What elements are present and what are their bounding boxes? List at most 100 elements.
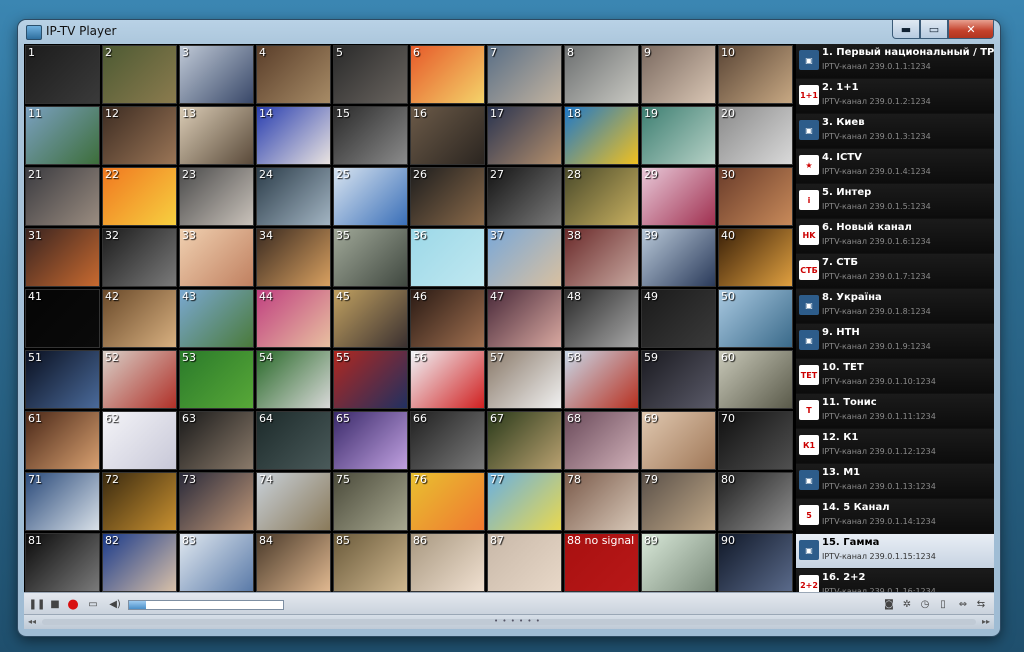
channel-preview-tile[interactable]: 40 [718, 228, 793, 287]
channel-preview-tile[interactable]: 44 [256, 289, 331, 348]
channel-preview-tile[interactable]: 81 [25, 533, 100, 592]
channel-preview-tile[interactable]: 24 [256, 167, 331, 226]
channel-preview-tile[interactable]: 5 [333, 45, 408, 104]
channel-preview-tile[interactable]: 62 [102, 411, 177, 470]
channel-preview-tile[interactable]: 46 [410, 289, 485, 348]
channel-preview-tile[interactable]: 60 [718, 350, 793, 409]
channel-list-item[interactable]: ▣1. Первый национальный / ТРК "Эр IPTV-ка… [796, 44, 994, 79]
scroll-right-icon[interactable]: ▸▸ [982, 617, 990, 626]
channel-list-item[interactable]: ▣ 13. М1 IPTV-канал 239.0.1.13:1234 [796, 464, 994, 499]
channel-preview-tile[interactable]: 27 [487, 167, 562, 226]
channel-preview-tile[interactable]: 7 [487, 45, 562, 104]
channel-list-item[interactable]: СТБ 7. СТБ IPTV-канал 239.0.1.7:1234 [796, 254, 994, 289]
channel-preview-tile[interactable]: 63 [179, 411, 254, 470]
channel-preview-tile[interactable]: 86 [410, 533, 485, 592]
channel-preview-tile[interactable]: 51 [25, 350, 100, 409]
channel-list-item[interactable]: ▣ 9. НТН IPTV-канал 239.0.1.9:1234 [796, 324, 994, 359]
channel-preview-tile[interactable]: 6 [410, 45, 485, 104]
channel-preview-tile[interactable]: 82 [102, 533, 177, 592]
channel-preview-tile[interactable]: 56 [410, 350, 485, 409]
scroll-left-icon[interactable]: ◂◂ [28, 617, 36, 626]
channel-preview-tile[interactable]: 90 [718, 533, 793, 592]
channel-preview-tile[interactable]: 22 [102, 167, 177, 226]
channel-preview-tile[interactable]: 35 [333, 228, 408, 287]
channel-preview-tile[interactable]: 89 [641, 533, 716, 592]
channel-preview-tile[interactable]: 53 [179, 350, 254, 409]
channel-preview-tile[interactable]: 31 [25, 228, 100, 287]
close-button[interactable]: ✕ [948, 20, 994, 39]
channel-preview-tile[interactable]: 29 [641, 167, 716, 226]
channel-preview-tile[interactable]: 54 [256, 350, 331, 409]
channel-preview-tile[interactable]: 50 [718, 289, 793, 348]
channel-preview-tile[interactable]: 8 [564, 45, 639, 104]
restore-icon[interactable]: ⇆ [974, 597, 988, 611]
channel-list-item[interactable]: 1+1 2. 1+1 IPTV-канал 239.0.1.2:1234 [796, 79, 994, 114]
channel-preview-tile[interactable]: 57 [487, 350, 562, 409]
channel-preview-tile[interactable]: 79 [641, 472, 716, 531]
channel-preview-tile[interactable]: 66 [410, 411, 485, 470]
volume-slider[interactable] [128, 600, 284, 610]
channel-preview-tile[interactable]: 77 [487, 472, 562, 531]
folder-icon[interactable]: ▭ [86, 597, 100, 611]
channel-preview-tile[interactable]: 4 [256, 45, 331, 104]
minimize-button[interactable]: ▬ [892, 20, 920, 39]
channel-preview-tile[interactable]: 83 [179, 533, 254, 592]
channel-preview-tile[interactable]: 87 [487, 533, 562, 592]
gear-icon[interactable]: ✲ [900, 597, 914, 611]
channel-preview-tile[interactable]: 14 [256, 106, 331, 165]
channel-preview-tile[interactable]: 52 [102, 350, 177, 409]
channel-preview-tile[interactable]: 47 [487, 289, 562, 348]
channel-preview-tile[interactable]: 33 [179, 228, 254, 287]
channel-preview-tile[interactable]: 72 [102, 472, 177, 531]
channel-preview-tile[interactable]: 41 [25, 289, 100, 348]
channel-preview-tile[interactable]: 20 [718, 106, 793, 165]
channel-preview-tile[interactable]: 34 [256, 228, 331, 287]
channel-list-item[interactable]: ▣ 3. Киев IPTV-канал 239.0.1.3:1234 [796, 114, 994, 149]
channel-preview-tile[interactable]: 28 [564, 167, 639, 226]
channel-preview-tile[interactable]: 75 [333, 472, 408, 531]
channel-preview-tile[interactable]: 59 [641, 350, 716, 409]
maximize-button[interactable]: ▭ [920, 20, 948, 39]
channel-preview-tile[interactable]: 25 [333, 167, 408, 226]
channel-preview-tile[interactable]: 65 [333, 411, 408, 470]
channel-preview-tile[interactable]: 3 [179, 45, 254, 104]
channel-preview-tile[interactable]: 88 no signal [564, 533, 639, 592]
record-icon[interactable]: ● [66, 597, 80, 612]
channel-list[interactable]: ▣1. Первый национальный / ТРК "ЭрIPTV-ка… [796, 44, 994, 592]
channel-preview-tile[interactable]: 16 [410, 106, 485, 165]
channel-list-item[interactable]: ▣ 15. Гамма IPTV-канал 239.0.1.15:1234 [796, 534, 994, 569]
channel-list-item[interactable]: HK 6. Новый канал IPTV-канал 239.0.1.6:123… [796, 219, 994, 254]
channel-preview-tile[interactable]: 68 [564, 411, 639, 470]
speaker-icon[interactable]: ◀) [108, 597, 122, 611]
channel-preview-tile[interactable]: 21 [25, 167, 100, 226]
channel-preview-tile[interactable]: 17 [487, 106, 562, 165]
channel-preview-tile[interactable]: 18 [564, 106, 639, 165]
channel-preview-tile[interactable]: 80 [718, 472, 793, 531]
channel-preview-tile[interactable]: 45 [333, 289, 408, 348]
channel-preview-tile[interactable]: 84 [256, 533, 331, 592]
channel-preview-tile[interactable]: 39 [641, 228, 716, 287]
channel-preview-tile[interactable]: 38 [564, 228, 639, 287]
channel-preview-tile[interactable]: 13 [179, 106, 254, 165]
clock-icon[interactable]: ◷ [918, 597, 932, 611]
scroll-grip[interactable]: • • • • • • [494, 617, 541, 625]
channel-preview-tile[interactable]: 74 [256, 472, 331, 531]
channel-preview-tile[interactable]: 19 [641, 106, 716, 165]
pause-icon[interactable]: ❚❚ [29, 597, 46, 611]
channel-list-item[interactable]: i 5. Интер IPTV-канал 239.0.1.5:1234 [796, 184, 994, 219]
channel-list-item[interactable]: К1 12. К1 IPTV-канал 239.0.1.12:1234 [796, 429, 994, 464]
channel-preview-tile[interactable]: 85 [333, 533, 408, 592]
channel-preview-tile[interactable]: 78 [564, 472, 639, 531]
channel-preview-tile[interactable]: 32 [102, 228, 177, 287]
channel-preview-tile[interactable]: 48 [564, 289, 639, 348]
channel-preview-tile[interactable]: 42 [102, 289, 177, 348]
channel-preview-tile[interactable]: 2 [102, 45, 177, 104]
channel-preview-tile[interactable]: 67 [487, 411, 562, 470]
channel-preview-tile[interactable]: 49 [641, 289, 716, 348]
channel-list-item[interactable]: ТЕТ 10. ТЕТ IPTV-канал 239.0.1.10:1234 [796, 359, 994, 394]
channel-preview-tile[interactable]: 9 [641, 45, 716, 104]
channel-preview-tile[interactable]: 1 [25, 45, 100, 104]
channel-list-item[interactable]: Т 11. Тонис IPTV-канал 239.0.1.11:1234 [796, 394, 994, 429]
channel-preview-tile[interactable]: 70 [718, 411, 793, 470]
stop-icon[interactable]: ■ [48, 597, 62, 611]
